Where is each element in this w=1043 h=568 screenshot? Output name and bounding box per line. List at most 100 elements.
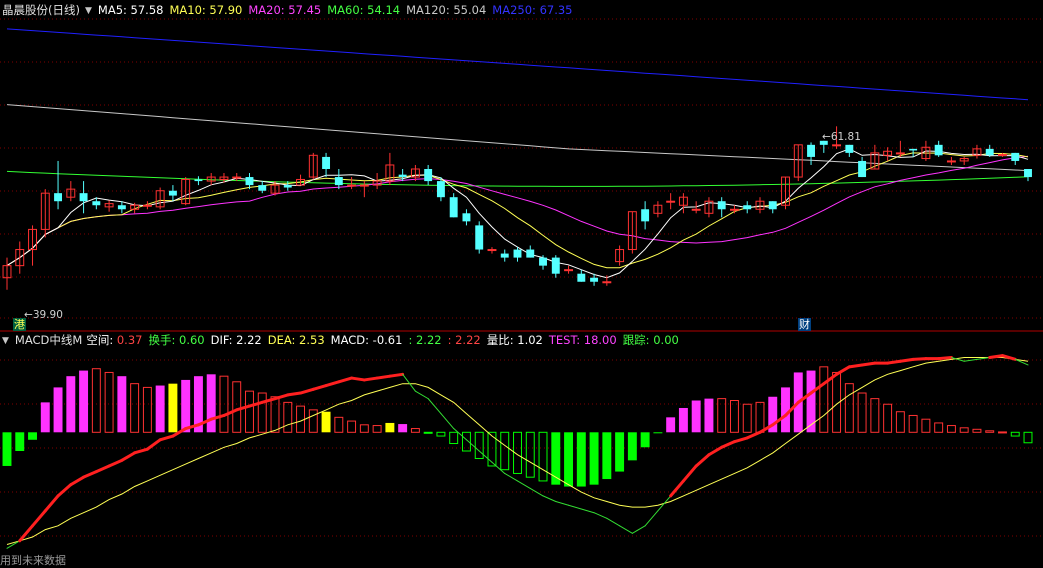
dif-line-segment	[504, 472, 518, 482]
stock-chart[interactable]	[0, 0, 1043, 567]
tag-financial-report[interactable]: 财	[798, 318, 811, 331]
dif-line-segment	[222, 408, 239, 417]
macd-bar-positive	[40, 402, 50, 433]
candle-body-down	[539, 257, 547, 266]
dif-line-segment	[145, 438, 162, 451]
macd-indicator-item: : 2.22	[408, 333, 441, 347]
candle-body-down	[577, 273, 586, 282]
candle-body-down	[768, 201, 777, 210]
candle-body-up	[998, 154, 1007, 157]
dif-line-segment	[745, 430, 762, 440]
macd-bar-negative-hollow	[1010, 431, 1020, 437]
ma250-line	[6, 28, 1029, 101]
macd-indicator-value: 0.37	[116, 333, 143, 347]
candle-body-up	[142, 204, 152, 207]
candle-body-down	[858, 160, 867, 178]
tag-hk-connect[interactable]: 港	[13, 318, 26, 331]
macd-indicator-value: 2.22	[236, 333, 262, 347]
candle-body-down	[424, 169, 433, 182]
macd-indicator-list: 空间: 0.37 换手: 0.60 DIF: 2.22 DEA: 2.53 MACD: …	[86, 333, 685, 347]
macd-indicator-value: 2.53	[299, 333, 325, 347]
collapse-arrow-icon[interactable]: ▼	[2, 333, 9, 349]
dif-line-segment	[835, 365, 851, 376]
ma-indicator-list: MA5: 57.58 MA10: 57.90 MA20: 57.45 MA60: 54…	[98, 3, 579, 17]
candle-body-down	[909, 148, 918, 151]
dif-line-segment	[886, 359, 902, 365]
candle-body-up	[832, 144, 842, 147]
macd-bar-positive	[398, 424, 408, 433]
dif-line-segment	[375, 374, 392, 380]
macd-bar-positive	[66, 376, 76, 433]
macd-indicator-value: 0.00	[653, 333, 679, 347]
macd-bar-positive-hollow	[883, 403, 893, 433]
dif-line-segment	[158, 434, 175, 442]
candle-body-down	[1024, 169, 1032, 178]
macd-indicator-item: DIF: 2.22	[211, 333, 262, 347]
macd-bar-negative	[640, 432, 650, 448]
candle-body-down	[283, 185, 292, 188]
candle-body-up	[347, 184, 357, 187]
macd-indicator-label: 换手:	[148, 333, 179, 347]
macd-bar-positive	[181, 379, 191, 433]
macd-bar-positive-hollow	[347, 420, 357, 433]
candle-body-down	[743, 205, 752, 210]
collapse-arrow-icon[interactable]: ▼	[85, 3, 92, 19]
macd-bar-positive-hollow	[844, 383, 854, 433]
dif-line-segment	[402, 373, 416, 392]
macd-indicator-value: 2.22	[415, 333, 442, 347]
candle-body-down	[500, 253, 509, 258]
candle-body-down	[322, 156, 331, 169]
macd-indicator-label: MACD:	[330, 333, 373, 347]
macd-indicator-label: 量比:	[486, 333, 518, 347]
dif-line-segment	[235, 404, 251, 412]
ma-indicator: MA120: 55.04	[406, 3, 487, 17]
dif-line-segment	[43, 494, 60, 513]
dif-line-segment	[732, 436, 749, 444]
dif-line-segment	[337, 376, 354, 384]
dif-line-segment	[478, 450, 493, 463]
dif-line-segment	[911, 357, 928, 361]
candle-body-up	[487, 249, 497, 252]
macd-bar-positive-hollow	[921, 418, 931, 433]
macd-bar-positive-hollow	[895, 411, 905, 433]
macd-bar-positive-hollow	[308, 409, 318, 433]
candle-body-down	[194, 179, 203, 182]
dif-line-segment	[657, 495, 672, 512]
dif-line-segment	[69, 475, 86, 487]
candle-body-down	[985, 148, 994, 156]
macd-bar-positive-hollow	[972, 428, 982, 433]
dif-line-segment	[414, 390, 429, 400]
candle-body-up	[564, 269, 574, 272]
macd-bar-negative-hollow	[1023, 431, 1033, 444]
macd-bar-positive	[117, 376, 127, 433]
macd-indicator-item: 换手: 0.60	[148, 333, 204, 347]
macd-bar-negative	[589, 432, 599, 485]
dif-line-segment	[568, 504, 582, 510]
dif-line-segment	[247, 400, 264, 408]
candle-body-down	[717, 201, 726, 210]
candle-body-up	[232, 176, 242, 179]
macd-bar-positive	[155, 385, 165, 433]
stock-name: 晶晨股份(日线)	[2, 3, 80, 17]
candle-body-down	[1011, 152, 1020, 161]
macd-bar-positive-hollow	[91, 368, 101, 433]
candle-body-down	[845, 144, 854, 153]
macd-bar-negative-hollow	[449, 431, 459, 445]
dif-line-segment	[694, 453, 711, 468]
candle-body-down	[934, 144, 943, 156]
macd-bar-positive-hollow	[946, 425, 956, 433]
macd-bar-negative	[564, 432, 574, 487]
candle-body-down	[436, 181, 445, 198]
macd-bar-negative	[28, 432, 37, 440]
dif-line-segment	[681, 464, 698, 483]
dif-line-segment	[580, 508, 595, 514]
ma-indicator: MA250: 67.35	[492, 3, 573, 17]
dif-line-segment	[720, 440, 736, 449]
macd-indicator-item: : 2.22	[448, 333, 481, 347]
dif-line-segment	[937, 355, 953, 361]
macd-bar-positive-hollow	[245, 390, 254, 433]
candle-body-down	[117, 205, 126, 210]
macd-bar-positive-hollow	[908, 414, 918, 433]
macd-panel-header: ▼ MACD中线M 空间: 0.37 换手: 0.60 DIF: 2.22 DEA: 2.…	[2, 332, 691, 350]
main-chart-header: 晶晨股份(日线) ▼ MA5: 57.58 MA10: 57.90 MA20: 57.4…	[2, 2, 585, 20]
